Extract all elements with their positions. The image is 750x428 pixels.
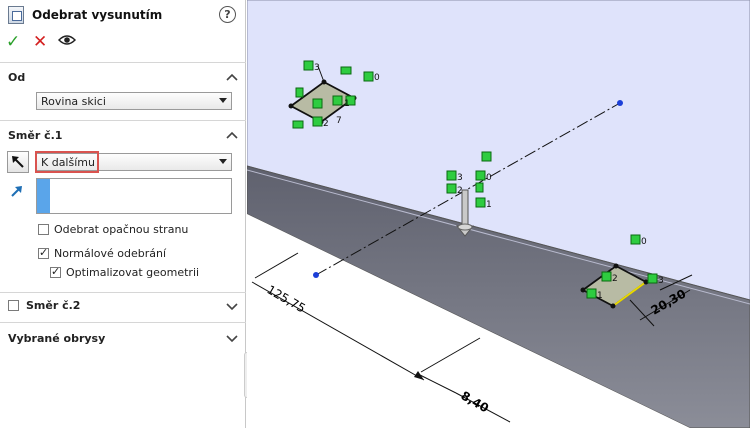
svg-text:3: 3 — [457, 173, 463, 183]
svg-text:1: 1 — [344, 99, 350, 109]
svg-text:2: 2 — [612, 274, 618, 284]
relation-icon — [481, 151, 492, 162]
relation-icon — [295, 87, 304, 98]
centerline-endpoint — [617, 100, 623, 106]
flip-side-label: Odebrat opačnou stranu — [54, 223, 189, 236]
reverse-direction-button[interactable] — [7, 151, 29, 173]
divider — [0, 62, 246, 63]
normal-cut-label: Normálové odebrání — [54, 247, 167, 260]
chevron-up-icon[interactable] — [226, 72, 238, 82]
cancel-button[interactable]: ✕ — [33, 32, 47, 52]
highlight-box — [35, 151, 99, 173]
direction2-section-title: Směr č.2 — [26, 299, 81, 312]
divider — [0, 120, 246, 121]
selected-contours-section-title: Vybrané obrysy — [8, 332, 106, 345]
svg-text:7: 7 — [336, 116, 342, 126]
relation-icon — [340, 66, 352, 75]
from-select[interactable]: Rovina skici — [36, 92, 232, 110]
panel-title: Odebrat vysunutím — [32, 8, 163, 22]
relation-icon — [630, 234, 641, 245]
centerline-endpoint — [313, 272, 319, 278]
normal-cut-checkbox[interactable] — [38, 246, 49, 259]
svg-text:0: 0 — [486, 173, 492, 183]
direction2-checkbox[interactable] — [8, 300, 19, 311]
dropdown-arrow-icon — [219, 98, 227, 103]
relation-icon — [647, 273, 658, 284]
svg-text:1: 1 — [486, 200, 492, 210]
svg-text:3: 3 — [314, 63, 320, 73]
svg-text:2: 2 — [323, 119, 329, 129]
reverse-arrow-icon — [12, 156, 24, 168]
cut-extrude-icon — [8, 6, 24, 24]
from-section-title: Od — [8, 71, 26, 84]
svg-text:0: 0 — [374, 73, 380, 83]
from-select-value: Rovina skici — [41, 95, 106, 108]
ok-button[interactable]: ✓ — [6, 32, 20, 52]
graphics-viewport[interactable]: 125,75 8,40 20,30 3 0 2 7 1 3 0 2 1 0 2 … — [247, 0, 750, 428]
selection-color-bar — [37, 179, 50, 213]
direction-vector-field[interactable] — [36, 178, 232, 214]
relation-icon — [332, 95, 343, 106]
relation-icon — [446, 170, 457, 181]
optimize-geometry-checkbox[interactable] — [50, 265, 61, 278]
chevron-down-icon[interactable] — [226, 333, 238, 343]
relation-icon — [475, 182, 484, 193]
relation-icon — [303, 60, 314, 71]
chevron-down-icon[interactable] — [226, 301, 238, 311]
chevron-up-icon[interactable] — [226, 130, 238, 140]
direction1-section-title: Směr č.1 — [8, 129, 63, 142]
relation-icon — [586, 288, 597, 299]
svg-text:1: 1 — [597, 291, 603, 301]
relation-icon — [475, 197, 486, 208]
relation-icon — [312, 116, 323, 127]
direction-arrow-icon — [11, 186, 22, 197]
relation-icon — [475, 170, 486, 181]
divider — [0, 292, 246, 293]
panel-header: Odebrat vysunutím ? — [0, 0, 246, 32]
relation-icon — [446, 183, 457, 194]
svg-text:0: 0 — [641, 237, 647, 247]
flip-side-checkbox[interactable] — [38, 224, 49, 235]
dropdown-arrow-icon — [219, 159, 227, 164]
model-drawing: 125,75 8,40 20,30 3 0 2 7 1 3 0 2 1 0 2 … — [247, 0, 750, 428]
preview-eye-icon[interactable] — [58, 34, 76, 46]
property-manager-panel: Odebrat vysunutím ? ✓ ✕ Od Rovina skici … — [0, 0, 246, 428]
svg-text:2: 2 — [457, 186, 463, 196]
optimize-geometry-label: Optimalizovat geometrii — [66, 266, 200, 279]
help-icon[interactable]: ? — [219, 6, 236, 23]
relation-icon — [363, 71, 374, 82]
relation-icon — [601, 271, 612, 282]
svg-text:3: 3 — [658, 276, 664, 286]
divider — [0, 322, 246, 323]
relation-icon — [292, 120, 304, 129]
relation-icon — [312, 98, 323, 109]
